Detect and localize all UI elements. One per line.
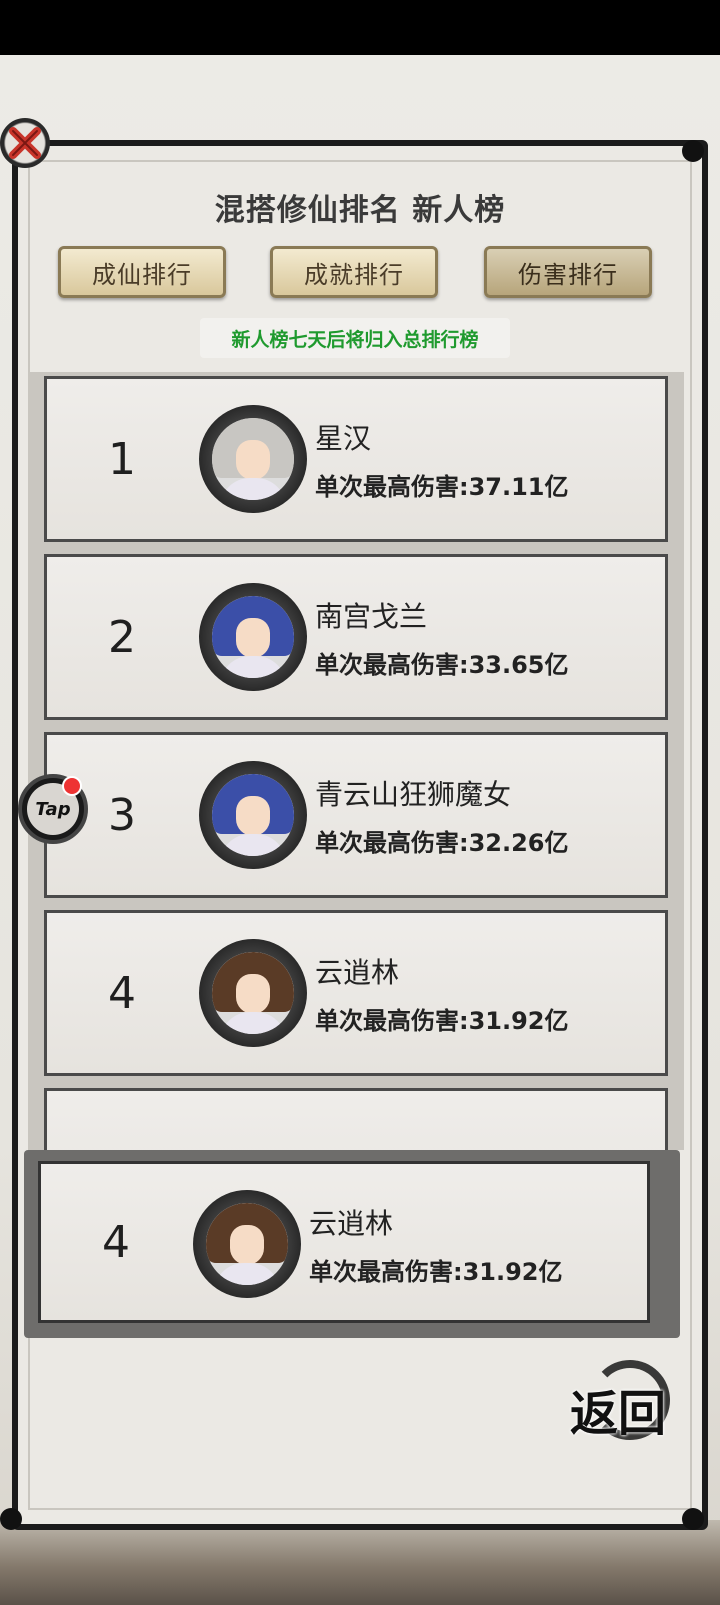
rank-number: 4: [108, 967, 136, 1019]
my-rank-row[interactable]: 4 云逍林 单次最高伤害:31.92亿: [38, 1161, 650, 1323]
frame-corner: [682, 140, 704, 162]
avatar: [199, 583, 307, 691]
tap-floating-button[interactable]: Tap: [18, 774, 88, 844]
rank-number: 1: [108, 433, 136, 485]
rank-number: 2: [108, 611, 136, 663]
tab-achievement-ranking[interactable]: 成就排行: [270, 246, 438, 298]
avatar: [199, 761, 307, 869]
player-name: 南宫戈兰: [315, 600, 428, 633]
close-icon: [9, 127, 41, 159]
leaderboard-list[interactable]: 1 星汉 单次最高伤害:37.11亿 2 南宫戈兰 单次最高伤害:33.65亿 …: [30, 372, 684, 1150]
player-name: 星汉: [315, 422, 372, 455]
close-button[interactable]: [0, 118, 50, 168]
notice-text: 新人榜七天后将归入总排行榜: [200, 318, 510, 358]
damage-value: 单次最高伤害:31.92亿: [315, 1007, 569, 1035]
frame-corner: [682, 1508, 704, 1530]
damage-value: 单次最高伤害:32.26亿: [315, 829, 569, 857]
bottom-ink-landscape: [0, 1520, 720, 1605]
damage-value: 单次最高伤害:33.65亿: [315, 651, 569, 679]
notification-dot-icon: [62, 776, 82, 796]
damage-value: 单次最高伤害:37.11亿: [315, 473, 569, 501]
page-title: 混搭修仙排名 新人榜: [214, 193, 506, 228]
list-item[interactable]: 1 星汉 单次最高伤害:37.11亿: [44, 376, 668, 542]
tab-ascension-ranking[interactable]: 成仙排行: [58, 246, 226, 298]
avatar: [199, 939, 307, 1047]
avatar: [193, 1190, 301, 1298]
player-name: 青云山狂狮魔女: [315, 778, 512, 811]
back-button-label: 返回: [570, 1386, 667, 1442]
list-item-partial[interactable]: [44, 1088, 668, 1150]
status-bar: [0, 0, 720, 55]
list-item[interactable]: 4 云逍林 单次最高伤害:31.92亿: [44, 910, 668, 1076]
my-damage-value: 单次最高伤害:31.92亿: [309, 1258, 563, 1286]
list-item[interactable]: 2 南宫戈兰 单次最高伤害:33.65亿: [44, 554, 668, 720]
player-name: 云逍林: [315, 956, 400, 989]
my-rank-panel: 4 云逍林 单次最高伤害:31.92亿: [24, 1150, 680, 1338]
avatar: [199, 405, 307, 513]
my-rank-number: 4: [102, 1216, 130, 1268]
frame-corner: [0, 1508, 22, 1530]
back-button[interactable]: 返回: [570, 1360, 680, 1442]
rank-number: 3: [108, 789, 136, 841]
tab-damage-ranking[interactable]: 伤害排行: [484, 246, 652, 298]
list-item[interactable]: 3 青云山狂狮魔女 单次最高伤害:32.26亿: [44, 732, 668, 898]
my-player-name: 云逍林: [309, 1207, 394, 1240]
